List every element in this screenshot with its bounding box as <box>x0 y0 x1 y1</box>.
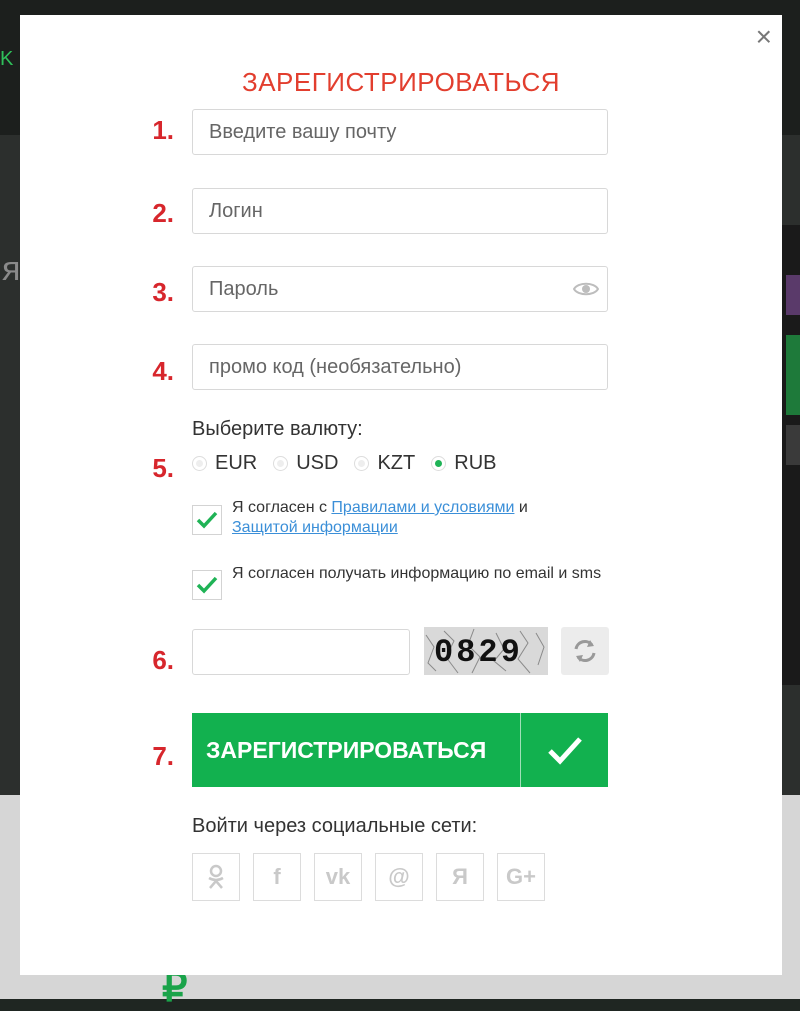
login-field <box>192 188 608 234</box>
terms-link[interactable]: Правилами и условиями <box>331 499 514 516</box>
checkmark-icon <box>548 737 582 765</box>
close-icon[interactable]: × <box>756 23 772 51</box>
social-login-buttons: f vk @ Я G+ <box>192 853 558 901</box>
radio-icon <box>192 455 207 471</box>
terms-text: Я согласен с Правилами и условиями и Защ… <box>232 499 528 536</box>
register-button[interactable]: ЗАРЕГИСТРИРОВАТЬСЯ <box>192 713 608 787</box>
captcha-image: 0829 <box>424 627 548 675</box>
step-number-1: 1. <box>152 115 174 145</box>
yandex-icon[interactable]: Я <box>436 853 484 901</box>
register-button-label: ЗАРЕГИСТРИРОВАТЬСЯ <box>206 737 487 763</box>
password-input[interactable] <box>193 267 607 311</box>
currency-label: Выберите валюту: <box>192 418 363 440</box>
email-input[interactable] <box>193 110 607 154</box>
modal-title: ЗАРЕГИСТРИРОВАТЬСЯ <box>241 67 561 97</box>
step-number-6: 6. <box>152 645 174 675</box>
checkmark-icon <box>196 576 218 594</box>
newsletter-checkbox[interactable] <box>192 570 222 600</box>
privacy-link[interactable]: Защитой информации <box>232 519 398 536</box>
background-accent: K <box>0 48 14 70</box>
promo-code-field <box>192 344 608 390</box>
currency-radio-group: EUR USD KZT RUB <box>192 451 512 475</box>
refresh-icon <box>574 640 596 662</box>
email-field <box>192 109 608 155</box>
button-divider <box>520 713 521 787</box>
show-password-eye-icon[interactable] <box>573 279 599 299</box>
currency-option-rub[interactable]: RUB <box>431 452 496 475</box>
login-input[interactable] <box>193 189 607 233</box>
captcha-code: 0829 <box>434 634 523 671</box>
password-field <box>192 266 608 312</box>
odnoklassniki-icon[interactable] <box>192 853 240 901</box>
radio-selected-icon <box>431 455 447 471</box>
radio-icon <box>273 455 289 471</box>
currency-option-kzt[interactable]: KZT <box>354 452 415 475</box>
step-number-5: 5. <box>152 453 174 483</box>
social-login-label: Войти через социальные сети: <box>192 815 478 837</box>
facebook-icon[interactable]: f <box>253 853 301 901</box>
captcha-refresh-button[interactable] <box>561 627 609 675</box>
captcha-input[interactable] <box>193 630 409 674</box>
step-number-2: 2. <box>152 198 174 228</box>
step-number-7: 7. <box>152 741 174 771</box>
registration-modal: × ЗАРЕГИСТРИРОВАТЬСЯ 1. 2. 3. 4. 5. 6. 7… <box>20 15 782 975</box>
vk-icon[interactable]: vk <box>314 853 362 901</box>
background-letter: я <box>2 250 21 288</box>
terms-checkbox[interactable] <box>192 505 222 535</box>
step-number-3: 3. <box>152 277 174 307</box>
mailru-icon[interactable]: @ <box>375 853 423 901</box>
captcha-field <box>192 629 410 675</box>
radio-icon <box>354 455 370 471</box>
step-number-4: 4. <box>152 356 174 386</box>
background-side-banners <box>782 225 800 685</box>
checkmark-icon <box>196 511 218 529</box>
google-plus-icon[interactable]: G+ <box>497 853 545 901</box>
currency-option-usd[interactable]: USD <box>273 452 338 475</box>
promo-code-input[interactable] <box>193 345 607 389</box>
newsletter-text: Я согласен получать информацию по email … <box>232 565 602 582</box>
currency-option-eur[interactable]: EUR <box>192 452 257 475</box>
